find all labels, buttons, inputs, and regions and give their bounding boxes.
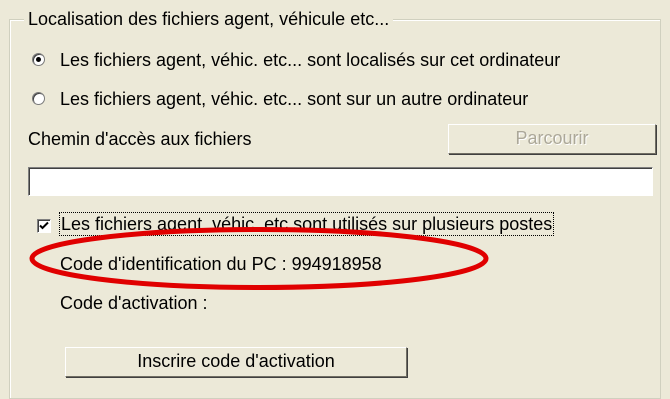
radio-remote[interactable] [32,92,45,105]
checkmark-icon [39,221,49,230]
file-location-groupbox [9,19,661,399]
pc-identification-code: Code d'identification du PC : 994918958 [60,254,382,274]
path-input[interactable] [28,167,653,196]
radio-local[interactable] [32,53,45,66]
browse-button[interactable]: Parcourir [448,124,656,154]
radio-local-label[interactable]: Les fichiers agent, véhic. etc... sont l… [60,49,560,71]
groupbox-title: Localisation des fichiers agent, véhicul… [24,8,394,30]
radio-remote-label[interactable]: Les fichiers agent, véhic. etc... sont s… [60,88,528,110]
register-activation-code-button[interactable]: Inscrire code d'activation [65,347,407,377]
activation-code-label: Code d'activation : [60,293,208,313]
multi-post-checkbox[interactable] [37,219,51,233]
path-label: Chemin d'accès aux fichiers [28,129,252,149]
multi-post-label[interactable]: Les fichiers agent, véhic. etc sont util… [58,212,555,236]
radio-selected-icon [36,57,41,62]
